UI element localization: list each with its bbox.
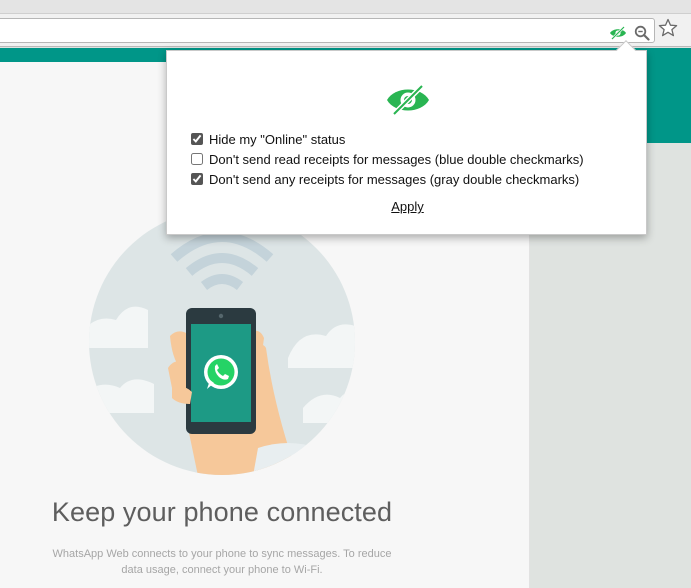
hide-online-status-option[interactable]: Hide my "Online" status bbox=[191, 130, 345, 148]
address-bar[interactable] bbox=[0, 18, 655, 43]
apply-link[interactable]: Apply bbox=[167, 199, 648, 214]
page-headline: Keep your phone connected bbox=[51, 497, 393, 527]
hide-eye-extension-icon[interactable] bbox=[609, 25, 627, 41]
extension-popup: Hide my "Online" status Don't send read … bbox=[166, 40, 648, 235]
hide-online-status-label: Hide my "Online" status bbox=[209, 131, 346, 147]
zoom-icon[interactable] bbox=[633, 25, 651, 41]
browser-toolbar bbox=[0, 14, 691, 47]
no-read-receipts-checkbox[interactable] bbox=[191, 153, 203, 165]
no-read-receipts-option[interactable]: Don't send read receipts for messages (b… bbox=[191, 150, 584, 168]
page-subtext: WhatsApp Web connects to your phone to s… bbox=[52, 548, 392, 576]
browser-title-strip bbox=[0, 0, 691, 14]
hide-online-status-checkbox[interactable] bbox=[191, 133, 203, 145]
hide-eye-logo-icon bbox=[385, 84, 431, 116]
no-any-receipts-label: Don't send any receipts for messages (gr… bbox=[209, 171, 580, 187]
no-any-receipts-option[interactable]: Don't send any receipts for messages (gr… bbox=[191, 170, 579, 188]
phone-illustration bbox=[88, 208, 356, 476]
bookmark-star-icon[interactable] bbox=[658, 18, 678, 38]
no-read-receipts-label: Don't send read receipts for messages (b… bbox=[209, 151, 584, 167]
no-any-receipts-checkbox[interactable] bbox=[191, 173, 203, 185]
